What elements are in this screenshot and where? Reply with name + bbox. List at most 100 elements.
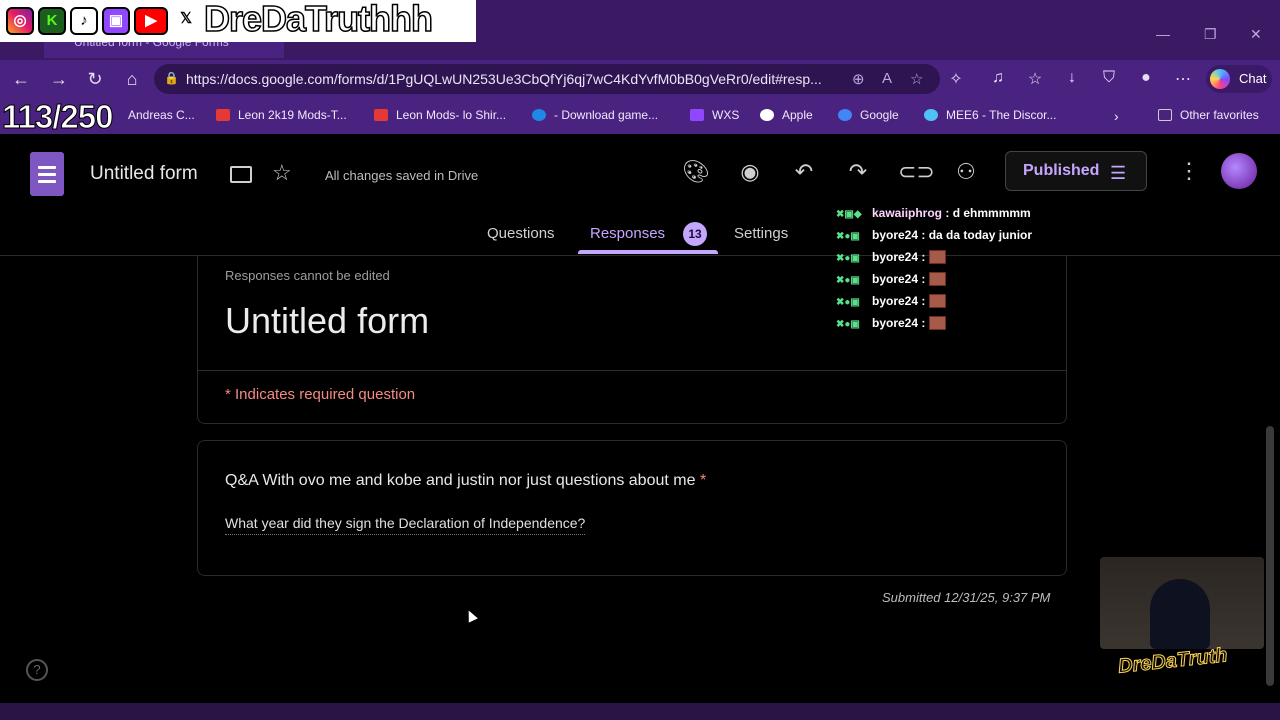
zoom-icon[interactable]: ⊕ (852, 70, 865, 88)
redo-icon[interactable]: ↷ (844, 159, 872, 185)
avatar[interactable] (1221, 153, 1257, 189)
back-icon[interactable]: ← (10, 68, 32, 90)
restore-icon[interactable]: ❐ (1204, 26, 1217, 43)
tab-settings[interactable]: Settings (734, 225, 788, 242)
bookmark-item[interactable]: MEE6 - The Discor... (924, 108, 1056, 122)
apple-icon (760, 109, 774, 121)
extensions-icon[interactable]: ✧ (946, 69, 966, 89)
emote-icon (929, 250, 947, 264)
folder-icon (1158, 109, 1172, 121)
bookmark-item[interactable]: Leon Mods- lo Shir... (374, 108, 506, 122)
mouse-cursor-icon (464, 608, 478, 623)
question-card: Q&A With ovo me and kobe and justin nor … (197, 440, 1067, 576)
bookmark-item[interactable]: Google (838, 108, 899, 122)
bookmark-item[interactable]: - Download game... (532, 108, 658, 122)
home-icon[interactable]: ⌂ (121, 68, 143, 90)
url-text[interactable]: https://docs.google.com/forms/d/1PgUQLwU… (186, 71, 822, 87)
emote-icon (929, 294, 947, 308)
help-icon[interactable]: ? (26, 659, 48, 681)
link-icon[interactable]: ⊂⊃ (898, 159, 935, 185)
chat-message: ✖●▣ byore24 : da da today junior (836, 228, 1033, 242)
favorite-star-icon[interactable]: ☆ (910, 70, 923, 88)
required-note: * Indicates required question (225, 386, 416, 403)
published-button[interactable]: Published ☰ (1005, 151, 1147, 191)
bookmark-item[interactable]: Apple (760, 108, 813, 122)
emote-icon (929, 316, 947, 330)
tab-questions[interactable]: Questions (487, 225, 555, 242)
tab-responses[interactable]: Responses (590, 225, 665, 242)
chat-label: Chat (1239, 71, 1267, 86)
form-title: Untitled form (225, 300, 430, 341)
follower-goal: 113/250 (1, 98, 113, 136)
more-icon[interactable]: ⋯ (1173, 69, 1193, 89)
refresh-icon[interactable]: ↻ (84, 68, 106, 90)
x-icon: 𝕏 (172, 7, 200, 35)
document-title[interactable]: Untitled form (90, 163, 198, 185)
bottom-bar (0, 703, 1280, 720)
profile-icon[interactable]: ● (1136, 69, 1156, 87)
google-icon (838, 109, 852, 121)
chat-badges-icon: ✖●▣ (836, 275, 860, 286)
bookmark-item[interactable]: Leon 2k19 Mods-T... (216, 108, 347, 122)
required-mark: * (699, 472, 707, 489)
twitch-icon (690, 109, 704, 121)
webcam-person (1150, 579, 1210, 649)
settings-sliders-icon: ☰ (1110, 163, 1127, 183)
active-tab-indicator (578, 250, 718, 254)
answer-text: What year did they sign the Declaration … (225, 515, 586, 535)
chat-badges-icon: ✖●▣ (836, 319, 860, 330)
responses-count-badge: 13 (683, 222, 707, 246)
divider (198, 370, 1066, 371)
submitted-timestamp: Submitted 12/31/25, 9:37 PM (882, 590, 1051, 605)
read-aloud-icon[interactable]: A (882, 70, 892, 87)
webcam-overlay (1100, 557, 1264, 649)
google-forms-logo-icon[interactable] (30, 152, 64, 196)
add-collaborator-icon[interactable]: ⚇ (952, 159, 980, 185)
question-title: Q&A With ovo me and kobe and justin nor … (225, 472, 707, 489)
scrollbar[interactable] (1266, 426, 1274, 686)
bookmark-folder[interactable]: Other favorites (1158, 108, 1259, 122)
chat-message: ✖●▣ byore24 : (836, 272, 947, 290)
edit-note: Responses cannot be edited (225, 268, 390, 283)
chat-badges-icon: ✖▣◆ (836, 209, 862, 220)
copilot-chat-button[interactable]: Chat (1206, 65, 1272, 93)
social-links-overlay: ◎ K ♪ ▣ ▶ 𝕏 DreDaTruthhh (0, 0, 476, 42)
bookmarks-bar: Andreas C... Leon 2k19 Mods-T... Leon Mo… (0, 98, 1280, 134)
bookmark-icon (216, 109, 230, 121)
save-status: All changes saved in Drive (325, 168, 479, 183)
streamer-name: DreDaTruthhh (203, 0, 434, 40)
move-to-folder-icon[interactable] (230, 166, 252, 183)
twitch-icon: ▣ (102, 7, 130, 35)
bookmark-item[interactable]: Andreas C... (128, 108, 195, 122)
mee6-icon (924, 109, 938, 121)
chat-message: ✖▣◆ kawaiiphrog : d ehmmmmm (836, 206, 1031, 220)
lock-icon: 🔒 (164, 71, 179, 85)
wordpress-icon (532, 109, 546, 121)
favorites-icon[interactable]: ☆ (1025, 69, 1045, 89)
close-icon[interactable]: ✕ (1250, 26, 1262, 43)
chat-message: ✖●▣ byore24 : (836, 250, 947, 268)
downloads-icon[interactable]: ↓ (1062, 69, 1082, 87)
chevron-right-icon[interactable]: › (1114, 108, 1119, 124)
star-icon[interactable]: ☆ (272, 160, 292, 186)
chat-badges-icon: ✖●▣ (836, 297, 860, 308)
more-vert-icon[interactable]: ⋮ (1178, 158, 1200, 184)
streamer-logo: DreDaTruth (1117, 644, 1229, 678)
palette-icon[interactable]: 🎨︎ (682, 159, 710, 185)
shield-icon[interactable]: ⛉ (1099, 69, 1119, 87)
chat-message: ✖●▣ byore24 : (836, 294, 947, 312)
instagram-icon: ◎ (6, 7, 34, 35)
forward-icon[interactable]: → (48, 68, 70, 90)
forms-header: Untitled form ☆ All changes saved in Dri… (0, 134, 1280, 256)
minimize-icon[interactable]: — (1156, 26, 1170, 42)
preview-eye-icon[interactable]: ◉ (736, 159, 764, 185)
undo-icon[interactable]: ↶ (790, 159, 818, 185)
bookmark-item[interactable]: WXS (690, 108, 739, 122)
published-label: Published (1023, 162, 1100, 179)
bookmark-icon (374, 109, 388, 121)
chat-badges-icon: ✖●▣ (836, 231, 860, 242)
address-bar[interactable]: 🔒 https://docs.google.com/forms/d/1PgUQL… (154, 64, 940, 94)
copilot-icon (1210, 69, 1230, 89)
emote-icon (929, 272, 947, 286)
media-icon[interactable]: ♫ (988, 69, 1008, 87)
